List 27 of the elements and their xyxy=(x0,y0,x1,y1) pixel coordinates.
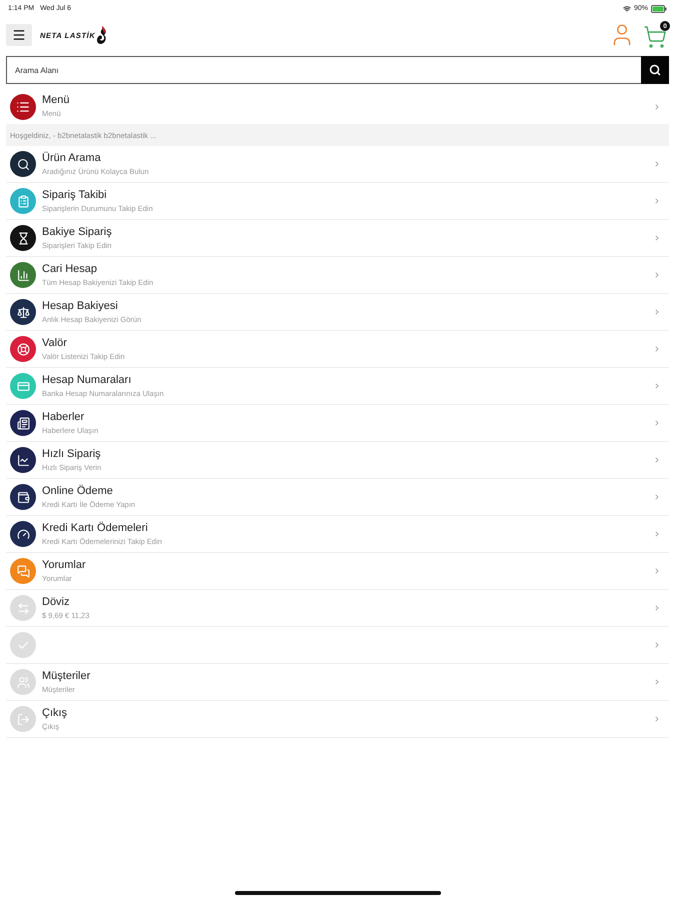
battery-icon xyxy=(651,4,667,12)
chevron-right-icon xyxy=(653,493,661,501)
chevron-right-icon xyxy=(653,160,661,168)
chevron-right-icon xyxy=(653,419,661,427)
chevron-right-icon xyxy=(653,530,661,538)
chevron-right-icon xyxy=(653,308,661,316)
chevron-right-icon xyxy=(653,382,661,390)
chevron-right-icon xyxy=(653,234,661,242)
chevron-right-icon xyxy=(653,197,661,205)
chevron-right-icon xyxy=(653,715,661,723)
logo-icon xyxy=(96,25,108,45)
chevron-right-icon xyxy=(653,345,661,353)
list-icon xyxy=(10,94,36,120)
chevron-right-icon xyxy=(653,102,661,110)
search-field[interactable]: Arama Alanı xyxy=(6,56,641,84)
chevron-right-icon xyxy=(653,567,661,575)
chevron-right-icon xyxy=(653,271,661,279)
wifi-icon xyxy=(622,4,631,12)
chevron-right-icon xyxy=(653,456,661,464)
menu-button[interactable] xyxy=(6,24,32,46)
menu-icon xyxy=(12,28,26,42)
search-button[interactable] xyxy=(641,56,669,84)
search-icon xyxy=(649,64,661,76)
chevron-right-icon xyxy=(653,678,661,686)
cart-icon[interactable] xyxy=(643,25,667,49)
chevron-right-icon xyxy=(653,641,661,649)
chevron-right-icon xyxy=(653,604,661,612)
